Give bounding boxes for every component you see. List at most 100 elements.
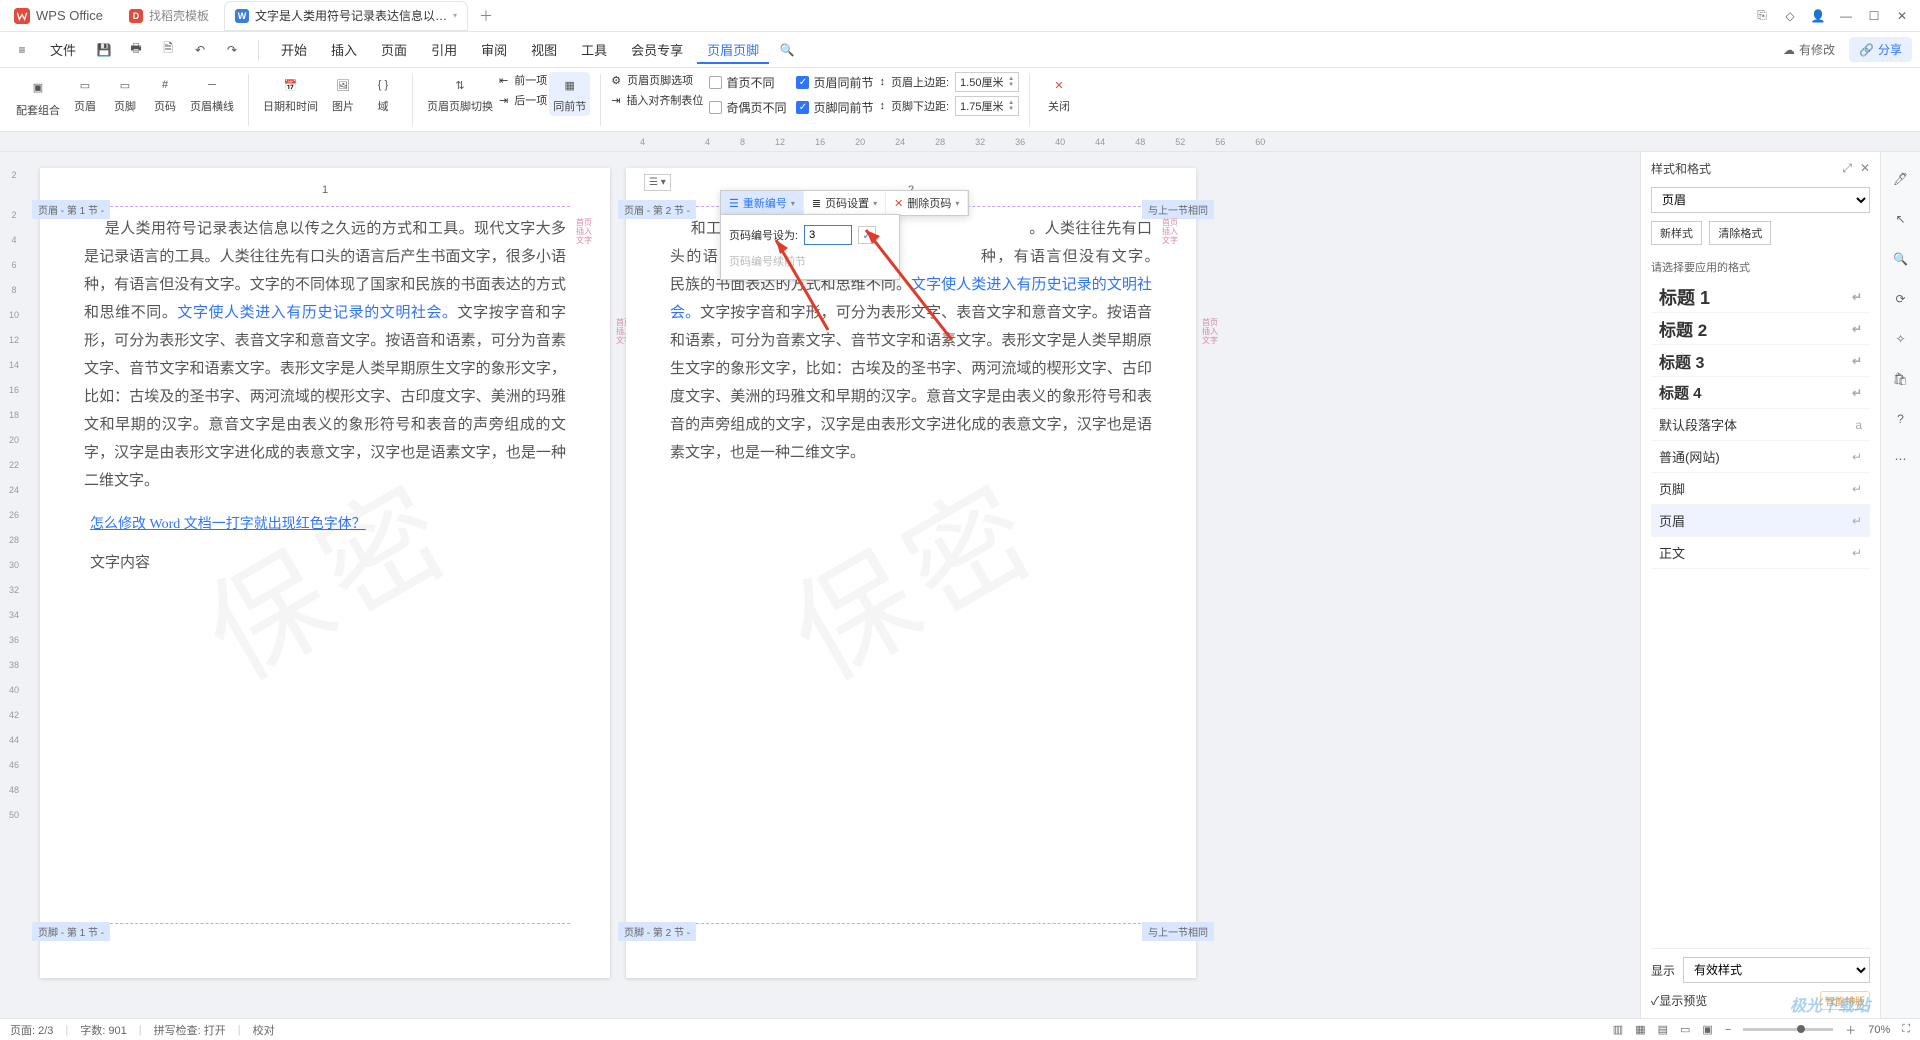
hamburger-icon[interactable]: ≡	[10, 38, 34, 62]
preview-icon[interactable]: 🗎	[156, 38, 180, 62]
fullscreen-icon[interactable]: ⛶	[1902, 1023, 1910, 1036]
pin-icon[interactable]: ⤢	[1842, 161, 1852, 176]
next-icon[interactable]: ⇥	[499, 94, 508, 107]
clear-format-button[interactable]: 清除格式	[1709, 221, 1771, 245]
cube-icon[interactable]: ◇	[1776, 2, 1804, 30]
samesection-button[interactable]: ▦同前节	[549, 72, 590, 116]
headerline-button[interactable]: ─页眉横线	[186, 72, 238, 116]
style-heading3[interactable]: 标题 3↵	[1651, 345, 1870, 377]
style-footer[interactable]: 页脚↵	[1651, 473, 1870, 505]
file-menu[interactable]: 文件	[40, 35, 86, 64]
redo-icon[interactable]: ↷	[220, 38, 244, 62]
menu-icon[interactable]: ⎘	[1748, 2, 1776, 30]
preview-checkbox[interactable]: ✓显示预览	[1651, 992, 1707, 1009]
page2-footer[interactable]: 页脚 - 第 2 节 - 与上一节相同	[666, 923, 1156, 968]
spellcheck-status[interactable]: 拼写检查: 打开	[154, 1022, 226, 1038]
side-style-icon[interactable]: 🖊	[1890, 168, 1912, 190]
style-default-font[interactable]: 默认段落字体a	[1651, 409, 1870, 441]
menu-headerfooter[interactable]: 页眉页脚	[697, 35, 769, 64]
header-button[interactable]: ▭页眉	[66, 72, 104, 116]
datetime-button[interactable]: 📅日期和时间	[259, 72, 322, 116]
view-focus-icon[interactable]: ▣	[1702, 1023, 1712, 1036]
next-label[interactable]: 后一项	[514, 92, 547, 108]
pagenum-settings-button[interactable]: ≣ 页码设置▾	[804, 191, 886, 215]
side-shop-icon[interactable]: 🛍	[1890, 368, 1912, 390]
menu-tools[interactable]: 工具	[571, 35, 617, 64]
side-search-icon[interactable]: 🔍	[1890, 248, 1912, 270]
menu-view[interactable]: 视图	[521, 35, 567, 64]
show-select[interactable]: 有效样式	[1683, 957, 1870, 983]
side-tools-icon[interactable]: ✧	[1890, 328, 1912, 350]
menu-review[interactable]: 审阅	[471, 35, 517, 64]
chk-firstpage-different[interactable]: 首页不同	[705, 72, 790, 93]
align-icon[interactable]: ⇥	[611, 94, 620, 107]
confirm-button[interactable]: ✓	[858, 226, 876, 244]
zoom-slider[interactable]	[1743, 1028, 1833, 1031]
share-button[interactable]: 🔗 分享	[1849, 37, 1912, 62]
zoom-out-button[interactable]: −	[1725, 1024, 1731, 1036]
close-button[interactable]: ✕	[1888, 2, 1916, 30]
close-panel-icon[interactable]: ✕	[1860, 161, 1870, 176]
renumber-input[interactable]	[804, 225, 852, 245]
renumber-button[interactable]: ☰ 重新编号▾	[721, 191, 804, 215]
style-heading2[interactable]: 标题 2↵	[1651, 313, 1870, 345]
prev-label[interactable]: 前一项	[514, 72, 547, 88]
zoom-level[interactable]: 70%	[1868, 1024, 1890, 1036]
proofing-status[interactable]: 校对	[253, 1022, 275, 1038]
new-style-button[interactable]: 新样式	[1651, 221, 1702, 245]
page1-footer[interactable]: 页脚 - 第 1 节 -	[80, 923, 570, 968]
field-button[interactable]: { }域	[364, 72, 402, 116]
side-select-icon[interactable]: ↖	[1890, 208, 1912, 230]
header-top-input[interactable]: 1.50厘米▲▼	[955, 72, 1019, 92]
page1-header[interactable]: 页眉 - 第 1 节 - 1 首页插入 文字	[80, 178, 570, 207]
chk-header-same[interactable]: ✓页眉同前节	[792, 72, 877, 93]
footer-button[interactable]: ▭页脚	[106, 72, 144, 116]
tab-document[interactable]: W 文字是人类用符号记录表达信息以… ▾	[225, 2, 467, 30]
minimize-button[interactable]: —	[1832, 2, 1860, 30]
style-heading4[interactable]: 标题 4↵	[1651, 377, 1870, 409]
maximize-button[interactable]: ☐	[1860, 2, 1888, 30]
user-avatar[interactable]: 👤	[1804, 2, 1832, 30]
page1-link[interactable]: 怎么修改 Word 文档一打字就出现红色字体？	[40, 503, 610, 543]
style-header[interactable]: 页眉↵	[1651, 505, 1870, 537]
menu-insert[interactable]: 插入	[321, 35, 367, 64]
menu-page[interactable]: 页面	[371, 35, 417, 64]
side-more-icon[interactable]: ⋯	[1890, 448, 1912, 470]
page-indicator[interactable]: 页面: 2/3	[10, 1022, 53, 1038]
style-body[interactable]: 正文↵	[1651, 537, 1870, 569]
continue-prev-option[interactable]: 页码编号续前节	[727, 249, 893, 273]
side-history-icon[interactable]: ⟳	[1890, 288, 1912, 310]
view-web-icon[interactable]: ▭	[1680, 1023, 1690, 1036]
search-icon[interactable]: 🔍	[775, 38, 799, 62]
undo-icon[interactable]: ↶	[188, 38, 212, 62]
prev-icon[interactable]: ⇤	[499, 74, 508, 87]
side-help-icon[interactable]: ?	[1890, 408, 1912, 430]
delete-pagenum-button[interactable]: ✕ 删除页码▾	[886, 191, 968, 215]
tab-templates[interactable]: D 找稻壳模板	[119, 2, 219, 30]
view-printlayout-icon[interactable]: ▥	[1613, 1023, 1623, 1036]
combo-button[interactable]: ▣配套组合	[12, 72, 64, 120]
view-outline-icon[interactable]: ▤	[1658, 1023, 1668, 1036]
menu-start[interactable]: 开始	[271, 35, 317, 64]
style-normal-web[interactable]: 普通(网站)↵	[1651, 441, 1870, 473]
style-heading1[interactable]: 标题 1↵	[1651, 281, 1870, 313]
options-label[interactable]: 页眉页脚选项	[627, 72, 693, 88]
chk-oddeven-different[interactable]: 奇偶页不同	[705, 97, 790, 118]
switch-button[interactable]: ⇅页眉页脚切换	[423, 72, 497, 116]
chk-footer-same[interactable]: ✓页脚同前节	[792, 97, 877, 118]
picture-button[interactable]: 🖼图片	[324, 72, 362, 116]
view-readmode-icon[interactable]: ▦	[1635, 1023, 1645, 1036]
menu-member[interactable]: 会员专享	[621, 35, 693, 64]
document-area[interactable]: 保密 页眉 - 第 1 节 - 1 首页插入 文字 是人类用符号记录表达信息以传…	[28, 152, 1640, 1018]
word-count[interactable]: 字数: 901	[80, 1022, 126, 1038]
close-headerfooter-button[interactable]: ✕关闭	[1040, 72, 1078, 116]
print-icon[interactable]: 🖶	[124, 38, 148, 62]
align-label[interactable]: 插入对齐制表位	[626, 92, 703, 108]
footer-bot-input[interactable]: 1.75厘米▲▼	[955, 96, 1019, 116]
add-tab-button[interactable]: ＋	[475, 2, 497, 30]
options-icon[interactable]: ⚙	[611, 74, 621, 87]
save-icon[interactable]: 💾	[92, 38, 116, 62]
pagenum-button[interactable]: #页码	[146, 72, 184, 116]
menu-reference[interactable]: 引用	[421, 35, 467, 64]
current-style-select[interactable]: 页眉	[1651, 187, 1870, 213]
